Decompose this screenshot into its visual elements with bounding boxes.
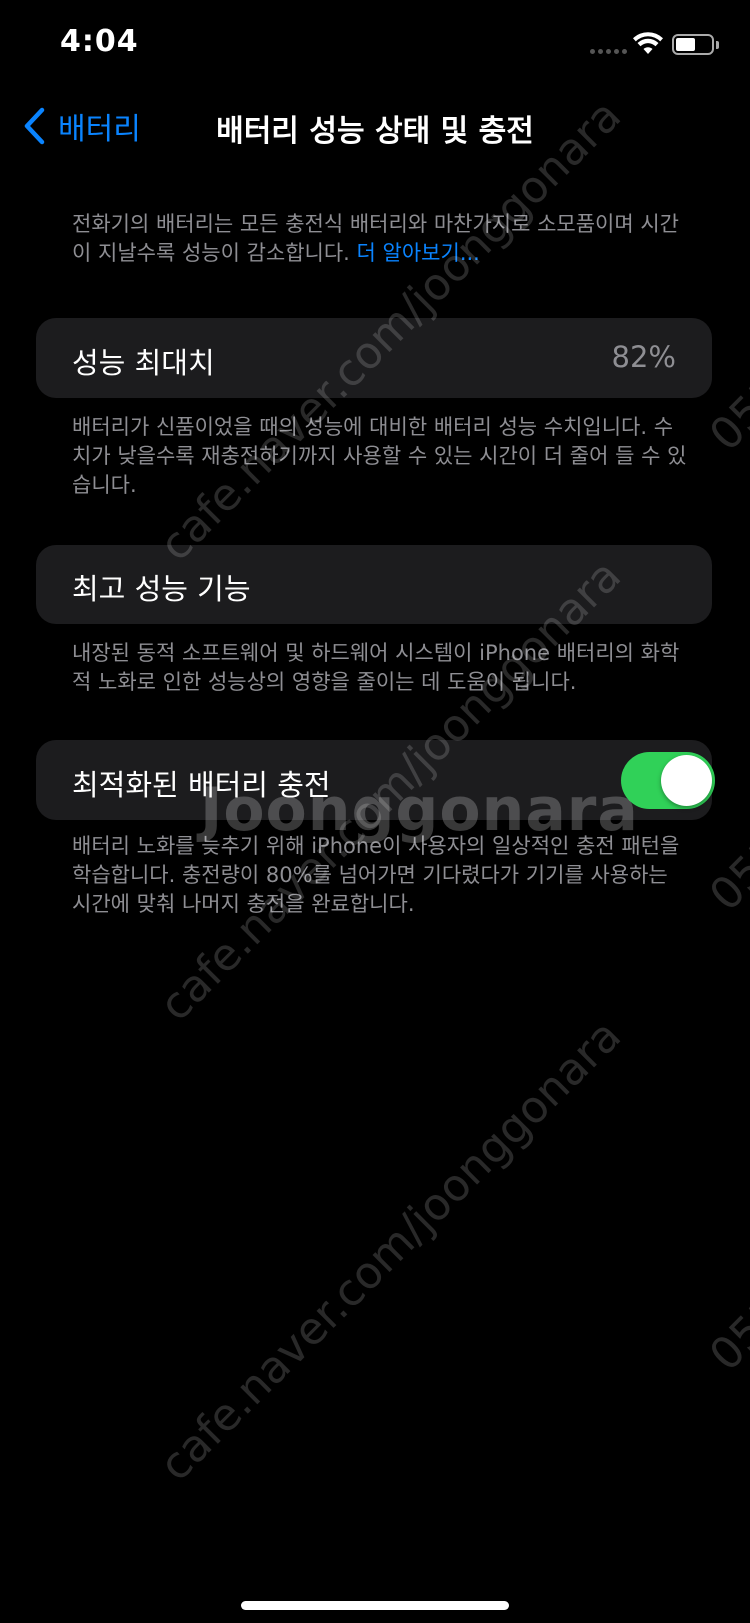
watermark-number: 053: [700, 1285, 750, 1382]
optimized-charging-cell: 최적화된 배터리 충전: [36, 740, 715, 820]
max-capacity-value: 82%: [611, 340, 676, 374]
learn-more-link[interactable]: 더 알아보기...: [357, 241, 480, 265]
watermark-number: 053: [700, 825, 750, 922]
peak-performance-label: 최고 성능 기능: [72, 572, 251, 606]
navigation-bar: 배터리 배터리 성능 상태 및 충전: [0, 96, 750, 156]
wifi-icon: [633, 32, 663, 54]
max-capacity-cell: 성능 최대치 82%: [36, 318, 712, 398]
cellular-signal-icon: [590, 49, 627, 54]
optimized-charging-footnote: 배터리 노화를 늦추기 위해 iPhone이 사용자의 일상적인 충전 패턴을 …: [72, 834, 680, 916]
home-indicator[interactable]: [241, 1601, 509, 1610]
page-title: 배터리 성능 상태 및 충전: [216, 114, 534, 149]
peak-performance-cell: 최고 성능 기능: [36, 545, 712, 624]
optimized-charging-toggle[interactable]: [621, 752, 715, 809]
status-bar: 4:04: [0, 0, 750, 90]
status-time: 4:04: [60, 24, 139, 59]
max-capacity-footnote: 배터리가 신품이었을 때의 성능에 대비한 배터리 성능 수치입니다. 수치가 …: [72, 415, 687, 497]
peak-performance-footnote: 내장된 동적 소프트웨어 및 하드웨어 시스템이 iPhone 배터리의 화학적…: [72, 641, 680, 694]
max-capacity-label: 성능 최대치: [72, 346, 215, 380]
battery-icon: [672, 34, 714, 55]
battery-cap: [716, 41, 719, 49]
watermark-url: cafe.naver.com/joonggonara: [150, 1010, 631, 1492]
optimized-charging-label: 최적화된 배터리 충전: [72, 768, 331, 802]
intro-text: 전화기의 배터리는 모든 충전식 배터리와 마찬가지로 소모품이며 시간이 지날…: [72, 210, 692, 268]
toggle-knob: [661, 755, 712, 806]
